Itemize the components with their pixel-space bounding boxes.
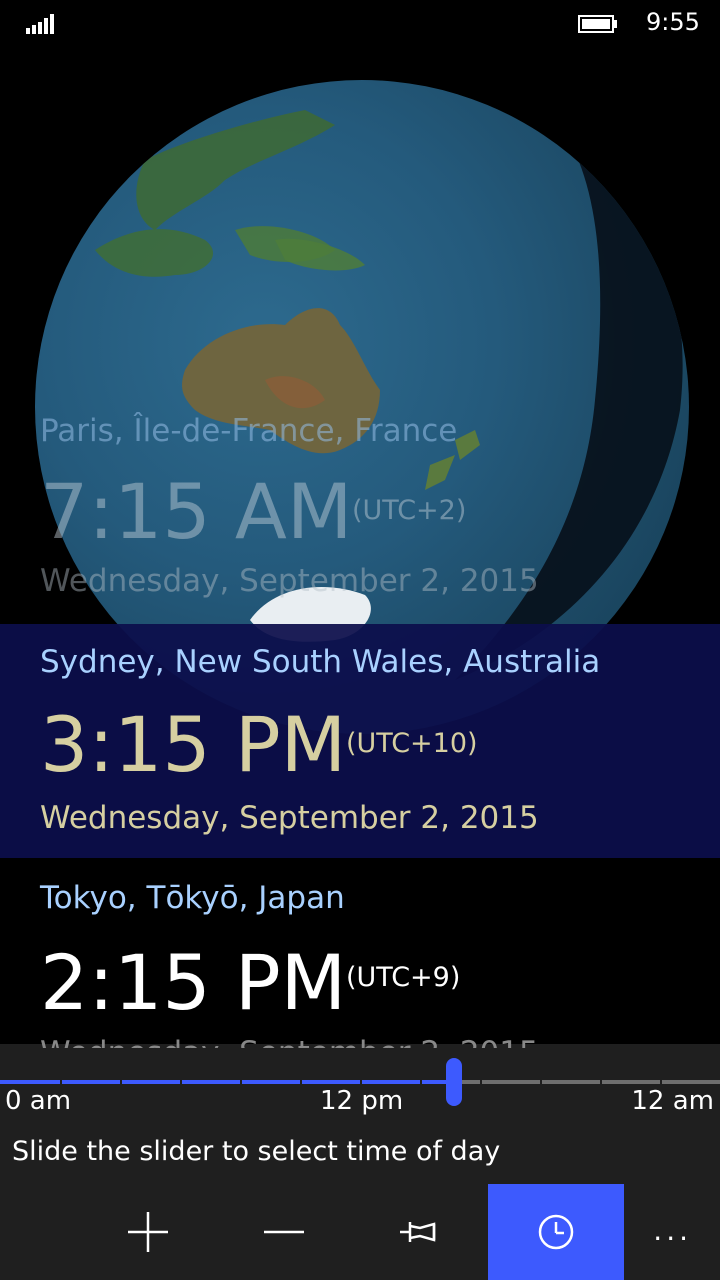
slider-tick: [360, 1080, 362, 1084]
more-options-button[interactable]: ...: [653, 1214, 692, 1247]
slider-label-start: 0 am: [5, 1086, 72, 1116]
slider-tick: [420, 1080, 422, 1084]
city-time: 7:15 AM: [40, 467, 353, 556]
city-utc-offset: (UTC+9): [346, 962, 461, 993]
city-name: Tokyo, Tōkyō, Japan: [40, 880, 345, 916]
city-name: Paris, Île-de-France, France: [40, 413, 458, 449]
signal-bars-icon: [26, 14, 54, 34]
city-row-tokyo[interactable]: Tokyo, Tōkyō, Japan 2:15 PM (UTC+9): [0, 858, 720, 1048]
city-date: Wednesday, September 2, 2015: [40, 563, 539, 599]
slider-tick: [600, 1080, 602, 1084]
slider-tick: [120, 1080, 122, 1084]
add-city-button[interactable]: [80, 1184, 216, 1280]
slider-tick: [480, 1080, 482, 1084]
slider-thumb[interactable]: [446, 1058, 462, 1106]
city-date: Wednesday, September 2, 2015: [40, 800, 539, 836]
slider-label-middle: 12 pm: [320, 1086, 404, 1116]
city-name: Sydney, New South Wales, Australia: [40, 644, 601, 680]
remove-icon: [264, 1230, 304, 1234]
city-time: 3:15 PM: [40, 700, 347, 789]
city-utc-offset: (UTC+2): [352, 495, 467, 526]
clock-icon: [538, 1214, 574, 1250]
slider-tick: [240, 1080, 242, 1084]
slider-tick: [300, 1080, 302, 1084]
city-row-paris[interactable]: Paris, Île-de-France, France 7:15 AM (UT…: [0, 405, 720, 625]
status-bar: 9:55: [0, 0, 720, 50]
time-slider-panel: Wednesday, September 2, 2015 0 am 12 pm …: [0, 1035, 720, 1280]
slider-tick: [540, 1080, 542, 1084]
city-time: 2:15 PM: [40, 938, 347, 1027]
slider-fill: [0, 1080, 454, 1084]
status-time: 9:55: [646, 8, 700, 36]
slider-hint-text: Slide the slider to select time of day: [12, 1136, 501, 1167]
time-slider-toggle-button[interactable]: [488, 1184, 624, 1280]
city-utc-offset: (UTC+10): [346, 728, 478, 759]
slider-tick: [180, 1080, 182, 1084]
remove-city-button[interactable]: [216, 1184, 352, 1280]
slider-tick: [60, 1080, 62, 1084]
slider-tick: [660, 1080, 662, 1084]
city-row-sydney[interactable]: Sydney, New South Wales, Australia 3:15 …: [0, 624, 720, 858]
app-bar: ...: [0, 1184, 720, 1280]
pin-button[interactable]: [352, 1184, 488, 1280]
city-date-partial: Wednesday, September 2, 2015: [40, 1030, 539, 1048]
pin-icon: [400, 1222, 436, 1242]
slider-label-end: 12 am: [631, 1086, 714, 1116]
battery-icon: [578, 15, 617, 33]
add-icon: [128, 1212, 168, 1252]
